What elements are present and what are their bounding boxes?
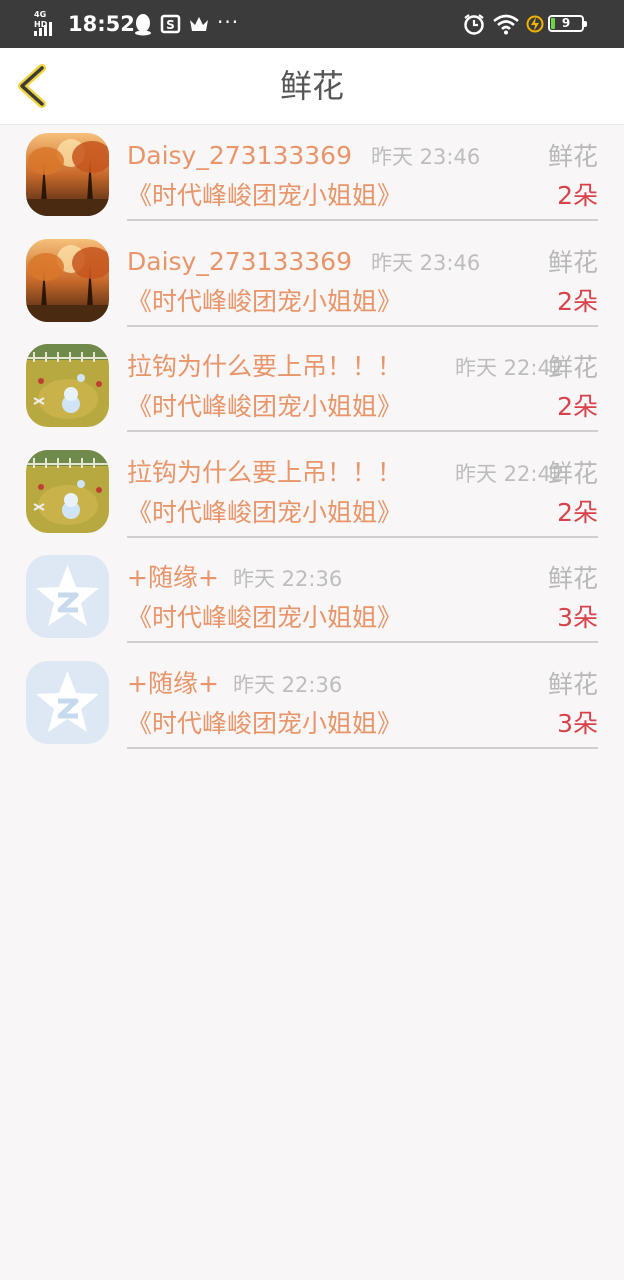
novel-title[interactable]: 《时代峰峻团宠小姐姐》 bbox=[127, 179, 402, 213]
avatar[interactable] bbox=[26, 660, 109, 744]
user-name[interactable]: Daisy_273133369 bbox=[127, 139, 352, 173]
alarm-icon bbox=[464, 14, 484, 35]
app-header: 鲜花 bbox=[0, 48, 624, 125]
more-notifications-icon: ··· bbox=[217, 10, 240, 34]
user-name[interactable]: +随缘+ bbox=[127, 667, 219, 701]
divider bbox=[127, 430, 598, 433]
divider bbox=[127, 641, 598, 644]
gift-type: 鲜花 bbox=[547, 669, 598, 699]
avatar[interactable] bbox=[26, 133, 109, 216]
novel-title[interactable]: 《时代峰峻团宠小姐姐》 bbox=[127, 707, 402, 741]
status-bar: 4G HD 18:52 S ··· 9 bbox=[0, 0, 624, 48]
network-signal-icon: 4G HD bbox=[34, 10, 62, 36]
novel-title[interactable]: 《时代峰峻团宠小姐姐》 bbox=[127, 601, 402, 635]
svg-text:S: S bbox=[166, 18, 175, 32]
battery-icon: 9 bbox=[548, 15, 587, 32]
timestamp: 昨天 23:46 bbox=[371, 145, 481, 169]
game-field-avatar-icon bbox=[26, 449, 109, 533]
timestamp: 昨天 23:46 bbox=[371, 250, 481, 275]
user-name[interactable]: 拉钩为什么要上吊！！！ bbox=[127, 350, 402, 384]
user-name[interactable]: Daisy_273133369 bbox=[127, 245, 352, 279]
flower-record-list: Daisy_273133369 昨天 23:46 鲜花 《时代峰峻团宠小姐姐》 … bbox=[0, 125, 624, 759]
avatar[interactable] bbox=[26, 238, 109, 322]
qq-star-avatar-icon bbox=[26, 555, 109, 639]
divider bbox=[127, 746, 598, 749]
list-item[interactable]: +随缘+ 昨天 22:36 鲜花 《时代峰峻团宠小姐姐》 3朵 bbox=[0, 653, 624, 759]
novel-title[interactable]: 《时代峰峻团宠小姐姐》 bbox=[127, 285, 402, 319]
list-item[interactable]: 拉钩为什么要上吊！！！ 昨天 22:42 鲜花 《时代峰峻团宠小姐姐》 2朵 bbox=[0, 336, 624, 442]
avatar[interactable] bbox=[26, 344, 109, 428]
timestamp: 昨天 22:36 bbox=[233, 672, 343, 697]
gift-type: 鲜花 bbox=[547, 564, 598, 594]
list-item[interactable]: Daisy_273133369 昨天 23:46 鲜花 《时代峰峻团宠小姐姐》 … bbox=[0, 125, 624, 231]
flower-count: 2朵 bbox=[557, 286, 598, 316]
timestamp: 昨天 22:36 bbox=[233, 567, 343, 592]
gift-type: 鲜花 bbox=[547, 353, 598, 383]
list-item[interactable]: Daisy_273133369 昨天 23:46 鲜花 《时代峰峻团宠小姐姐》 … bbox=[0, 231, 624, 337]
flower-count: 2朵 bbox=[557, 392, 598, 422]
charging-icon bbox=[526, 15, 544, 33]
gift-type: 鲜花 bbox=[547, 458, 598, 488]
user-name[interactable]: 拉钩为什么要上吊！！！ bbox=[127, 456, 402, 490]
wifi-icon bbox=[493, 14, 519, 35]
divider bbox=[127, 219, 598, 221]
qq-penguin-icon bbox=[135, 14, 151, 36]
gift-type: 鲜花 bbox=[547, 142, 598, 171]
avatar[interactable] bbox=[26, 555, 109, 639]
autumn-forest-avatar-icon bbox=[26, 238, 109, 322]
crown-icon bbox=[190, 17, 208, 31]
game-field-avatar-icon bbox=[26, 344, 109, 428]
flower-count: 2朵 bbox=[557, 497, 598, 527]
list-item[interactable]: 拉钩为什么要上吊！！！ 昨天 22:42 鲜花 《时代峰峻团宠小姐姐》 2朵 bbox=[0, 442, 624, 548]
flower-count: 3朵 bbox=[557, 603, 598, 633]
avatar[interactable] bbox=[26, 449, 109, 533]
page-title: 鲜花 bbox=[279, 67, 344, 105]
autumn-forest-avatar-icon bbox=[26, 133, 109, 216]
divider bbox=[127, 324, 598, 327]
qq-star-avatar-icon bbox=[26, 660, 109, 744]
list-item[interactable]: +随缘+ 昨天 22:36 鲜花 《时代峰峻团宠小姐姐》 3朵 bbox=[0, 547, 624, 653]
novel-title[interactable]: 《时代峰峻团宠小姐姐》 bbox=[127, 390, 402, 424]
user-name[interactable]: +随缘+ bbox=[127, 561, 219, 595]
novel-title[interactable]: 《时代峰峻团宠小姐姐》 bbox=[127, 496, 402, 530]
divider bbox=[127, 535, 598, 538]
screenshot-icon: S bbox=[160, 14, 181, 34]
clock: 18:52 bbox=[68, 12, 135, 36]
flower-count: 3朵 bbox=[557, 708, 598, 738]
flower-count: 2朵 bbox=[557, 181, 598, 210]
gift-type: 鲜花 bbox=[547, 247, 598, 277]
